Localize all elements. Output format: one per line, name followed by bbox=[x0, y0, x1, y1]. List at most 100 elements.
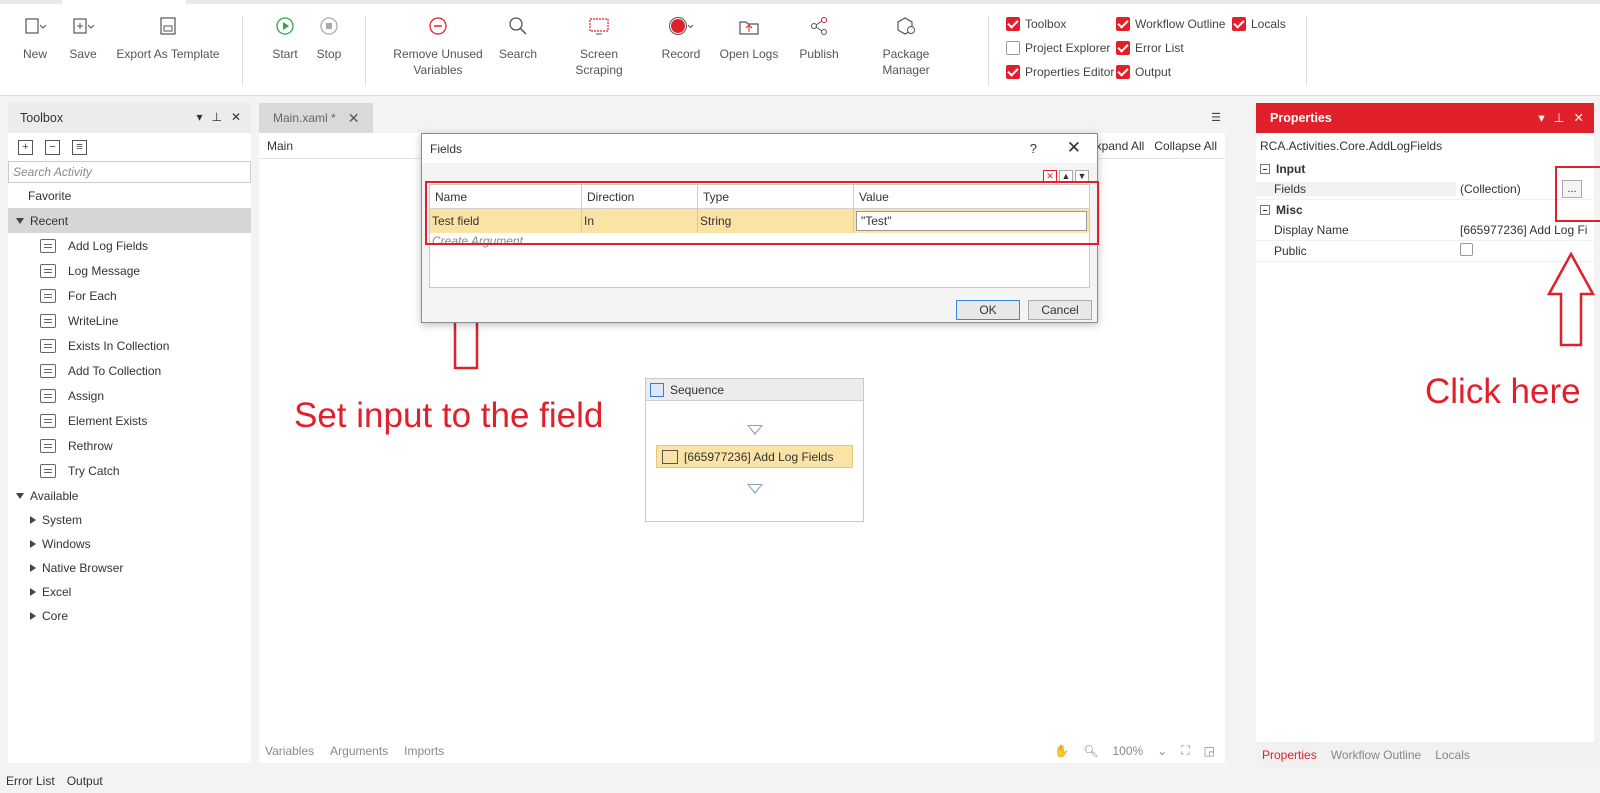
expand-arrow-icon bbox=[30, 540, 36, 548]
toolbox-activity-item[interactable]: WriteLine bbox=[8, 308, 251, 333]
zoom-icon[interactable]: 🔍︎ bbox=[1083, 744, 1098, 758]
toolbox-activity-item[interactable]: Assign bbox=[8, 383, 251, 408]
stop-button[interactable]: Stop bbox=[314, 14, 344, 62]
public-property: Public bbox=[1256, 241, 1594, 262]
remove-unused-variables-button[interactable]: Remove Unused Variables bbox=[390, 14, 486, 78]
record-button[interactable]: Record bbox=[660, 14, 702, 62]
display-name-input[interactable]: [665977236] Add Log Fi bbox=[1456, 223, 1594, 237]
close-icon[interactable]: ✕ bbox=[1067, 138, 1081, 158]
toolbox-activity-item[interactable]: Exists In Collection bbox=[8, 333, 251, 358]
toolbox-activity-item[interactable]: For Each bbox=[8, 283, 251, 308]
search-button[interactable]: Search bbox=[498, 14, 538, 62]
variables-tab[interactable]: Variables bbox=[265, 744, 314, 758]
locals-checkbox[interactable]: Locals bbox=[1232, 17, 1286, 31]
toolbox-category-node[interactable]: System bbox=[8, 508, 251, 532]
error-list-checkbox[interactable]: Error List bbox=[1116, 41, 1184, 55]
collapse-all-icon[interactable]: − bbox=[45, 139, 60, 155]
ribbon-tabstrip bbox=[0, 0, 1600, 4]
imports-tab[interactable]: Imports bbox=[404, 744, 444, 758]
tab-output[interactable]: Output bbox=[67, 774, 103, 788]
package-manager-button[interactable]: Package Manager bbox=[858, 14, 954, 78]
open-logs-button[interactable]: Open Logs bbox=[718, 14, 780, 62]
toolbox-title: Toolbox bbox=[20, 111, 64, 125]
properties-type-name: RCA.Activities.Core.AddLogFields bbox=[1260, 139, 1443, 153]
bottom-panel-tabs: Error List Output bbox=[0, 768, 1600, 793]
pin-icon[interactable]: ⊥ bbox=[211, 110, 221, 124]
new-button[interactable]: New bbox=[18, 14, 52, 62]
activity-icon bbox=[40, 438, 56, 453]
recent-node[interactable]: Recent bbox=[8, 208, 251, 233]
overview-icon[interactable]: ◲ bbox=[1204, 744, 1215, 758]
list-view-icon[interactable]: ≡ bbox=[72, 139, 87, 155]
toolbox-category-node[interactable]: Windows bbox=[8, 532, 251, 556]
sequence-activity[interactable]: Sequence [665977236] Add Log Fields bbox=[645, 378, 864, 522]
toolbox-category-node[interactable]: Core bbox=[8, 604, 251, 628]
export-template-button[interactable]: Export As Template bbox=[116, 14, 220, 62]
misc-category[interactable]: Misc bbox=[1256, 200, 1594, 220]
close-icon[interactable]: ✕ bbox=[1574, 110, 1584, 125]
tab-error-list[interactable]: Error List bbox=[6, 774, 55, 788]
tab-locals[interactable]: Locals bbox=[1435, 748, 1470, 762]
screen-scraping-button[interactable]: Screen Scraping bbox=[556, 14, 642, 78]
ribbon-separator bbox=[988, 16, 989, 86]
activity-icon bbox=[40, 463, 56, 478]
toolbox-activity-item[interactable]: Element Exists bbox=[8, 408, 251, 433]
expand-arrow-icon bbox=[30, 588, 36, 596]
search-activity-input[interactable]: Search Activity bbox=[8, 161, 251, 183]
drop-target-icon[interactable] bbox=[746, 484, 763, 494]
workflow-outline-checkbox[interactable]: Workflow Outline bbox=[1116, 17, 1225, 31]
add-log-fields-activity[interactable]: [665977236] Add Log Fields bbox=[656, 445, 853, 468]
public-checkbox[interactable] bbox=[1460, 243, 1473, 256]
save-button[interactable]: Save bbox=[66, 14, 100, 62]
toolbox-activity-item[interactable]: Try Catch bbox=[8, 458, 251, 483]
up-arrow-annotation bbox=[1547, 252, 1595, 347]
activity-icon bbox=[40, 413, 56, 428]
fit-to-screen-icon[interactable]: ⛶ bbox=[1181, 743, 1189, 758]
favorite-node[interactable]: Favorite bbox=[8, 183, 251, 208]
cancel-button[interactable]: Cancel bbox=[1028, 300, 1092, 320]
pin-icon[interactable]: ⊥ bbox=[1554, 110, 1565, 125]
activity-icon bbox=[40, 313, 56, 328]
help-icon[interactable]: ? bbox=[1030, 141, 1037, 156]
publish-button[interactable]: Publish bbox=[796, 14, 842, 62]
expand-all-icon[interactable]: + bbox=[18, 139, 33, 155]
zoom-dropdown-icon[interactable]: ⌄ bbox=[1157, 744, 1167, 758]
project-explorer-checkbox[interactable]: Project Explorer bbox=[1006, 41, 1110, 55]
available-node[interactable]: Available bbox=[8, 483, 251, 508]
toolbox-activity-item[interactable]: Rethrow bbox=[8, 433, 251, 458]
input-category[interactable]: Input bbox=[1256, 159, 1594, 179]
dropdown-icon[interactable]: ▾ bbox=[196, 110, 202, 124]
collapse-all-link[interactable]: Collapse All bbox=[1154, 139, 1217, 153]
play-icon bbox=[268, 14, 302, 38]
toolbox-header: Toolbox ▾ ⊥ ✕ bbox=[8, 103, 251, 133]
dropdown-icon[interactable]: ▾ bbox=[1538, 110, 1544, 125]
breadcrumb-main[interactable]: Main bbox=[267, 139, 293, 153]
remove-icon bbox=[390, 14, 486, 38]
folder-icon bbox=[718, 14, 780, 38]
output-checkbox[interactable]: Output bbox=[1116, 65, 1171, 79]
document-tabs: Main.xaml * ✕ ☰ bbox=[259, 103, 1225, 133]
toolbox-activity-item[interactable]: Log Message bbox=[8, 258, 251, 283]
zoom-level[interactable]: 100% bbox=[1112, 744, 1143, 758]
ok-button[interactable]: OK bbox=[956, 300, 1020, 320]
toolbox-activity-item[interactable]: Add To Collection bbox=[8, 358, 251, 383]
properties-editor-checkbox[interactable]: Properties Editor bbox=[1006, 65, 1114, 79]
toolbox-category-node[interactable]: Native Browser bbox=[8, 556, 251, 580]
toolbox-activity-item[interactable]: Add Log Fields bbox=[8, 233, 251, 258]
tab-list-icon[interactable]: ☰ bbox=[1211, 111, 1221, 124]
close-tab-icon[interactable]: ✕ bbox=[348, 110, 360, 127]
arguments-tab[interactable]: Arguments bbox=[330, 744, 388, 758]
toolbox-category-node[interactable]: Excel bbox=[8, 580, 251, 604]
tab-workflow-outline[interactable]: Workflow Outline bbox=[1331, 748, 1421, 762]
hand-tool-icon[interactable]: ✋ bbox=[1054, 744, 1069, 758]
search-icon bbox=[498, 14, 538, 38]
drop-target-icon[interactable] bbox=[746, 425, 763, 435]
collapse-icon[interactable] bbox=[1260, 205, 1270, 215]
collapse-icon[interactable] bbox=[1260, 164, 1270, 174]
tab-properties[interactable]: Properties bbox=[1262, 748, 1317, 762]
close-icon[interactable]: ✕ bbox=[231, 110, 241, 124]
tab-main-xaml[interactable]: Main.xaml * ✕ bbox=[259, 103, 373, 133]
start-button[interactable]: Start bbox=[268, 14, 302, 62]
toolbox-checkbox[interactable]: Toolbox bbox=[1006, 17, 1066, 31]
ribbon-separator bbox=[1306, 16, 1307, 86]
